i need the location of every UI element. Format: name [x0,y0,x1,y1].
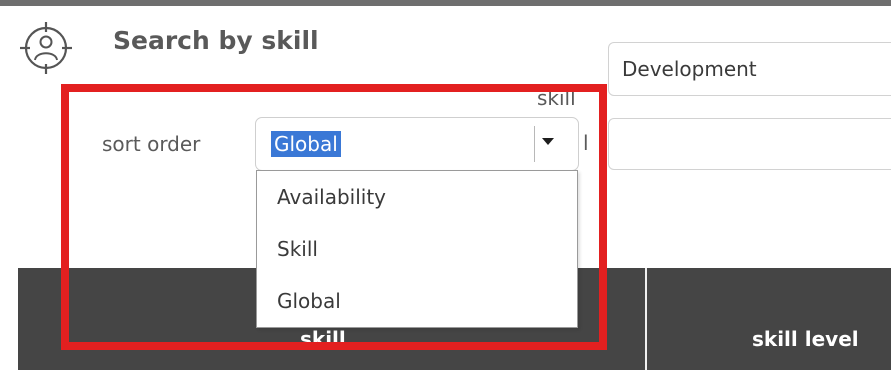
skill-level-label: l [583,131,589,155]
skill-input-value: Development [622,57,757,81]
skill-input[interactable]: Development [608,42,891,96]
dropdown-option-global[interactable]: Global [277,289,341,313]
column-divider [645,268,647,370]
column-header-skill-level[interactable]: skill level [752,327,859,351]
search-by-skill-panel: Search by skill skill Development l sort… [0,0,891,370]
dropdown-option-skill[interactable]: Skill [277,237,318,261]
column-header-skill[interactable]: skill [300,327,346,351]
user-target-icon [20,22,72,74]
sort-order-dropdown: Availability Skill Global [256,170,578,328]
skill-level-input[interactable] [608,118,891,170]
chevron-down-icon[interactable] [542,138,554,145]
sort-order-label: sort order [102,132,201,156]
page-title: Search by skill [113,26,319,55]
sort-order-select[interactable]: Global [255,117,579,171]
top-border [0,0,891,6]
select-separator [534,126,535,162]
sort-order-selected-value: Global [271,131,341,157]
skill-label: skill [537,86,576,110]
dropdown-option-availability[interactable]: Availability [277,185,386,209]
